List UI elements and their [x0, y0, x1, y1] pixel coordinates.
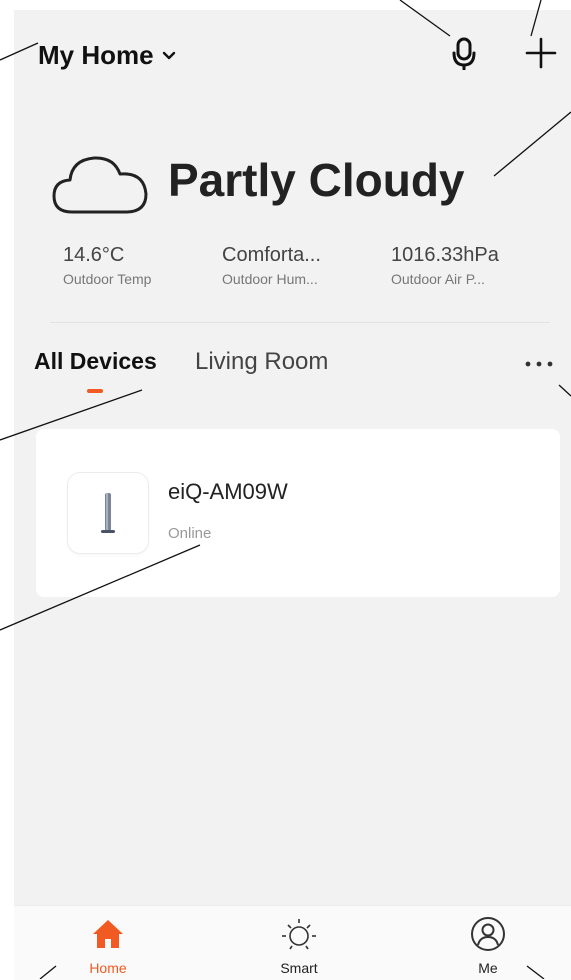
device-status: Online	[168, 525, 212, 542]
stat-outdoor-temp: 14.6°C Outdoor Temp	[63, 244, 151, 287]
stat-outdoor-air-pressure: 1016.33hPa Outdoor Air P...	[391, 244, 499, 287]
microphone-icon[interactable]	[450, 36, 480, 72]
tabbar-home[interactable]: Home	[48, 906, 168, 980]
tabbar-me[interactable]: Me	[428, 906, 548, 980]
header: My Home	[14, 10, 571, 100]
tabbar-label: Me	[478, 960, 498, 976]
home-title: My Home	[38, 40, 154, 70]
weather-stats: 14.6°C Outdoor Temp Comforta... Outdoor …	[14, 244, 571, 304]
sun-icon	[282, 919, 316, 950]
stat-label: Outdoor Hum...	[222, 271, 318, 287]
cloud-icon	[52, 156, 148, 214]
chevron-down-icon	[162, 51, 175, 59]
stat-outdoor-humidity: Comforta... Outdoor Hum...	[222, 244, 321, 287]
device-card[interactable]: eiQ-AM09W Online	[36, 429, 560, 597]
weather-condition: Partly Cloudy	[168, 154, 465, 206]
stat-value: 1016.33hPa	[391, 244, 499, 266]
tabbar-label: Smart	[280, 960, 318, 976]
home-selector[interactable]: My Home	[38, 40, 176, 71]
tab-living-room[interactable]: Living Room	[195, 348, 328, 376]
more-dots-icon[interactable]	[524, 354, 554, 374]
divider	[50, 322, 550, 323]
home-icon	[93, 920, 123, 948]
device-thumbnail	[68, 473, 148, 553]
stat-value: Comforta...	[222, 244, 321, 266]
tower-fan-icon	[101, 493, 115, 533]
tab-all-devices[interactable]: All Devices	[34, 348, 157, 375]
app-screen: My Home Partly Cloudy 14.6°C Outdoor Tem…	[14, 10, 571, 980]
active-tab-indicator	[87, 389, 103, 393]
tabbar-label: Home	[89, 960, 127, 976]
bottom-tab-bar: Home Smart Me	[14, 905, 571, 980]
stat-label: Outdoor Air P...	[391, 271, 485, 287]
device-name: eiQ-AM09W	[168, 479, 288, 504]
stat-value: 14.6°C	[63, 244, 125, 266]
plus-icon[interactable]	[524, 36, 558, 70]
stat-label: Outdoor Temp	[63, 271, 152, 287]
user-icon	[471, 917, 505, 951]
tabbar-smart[interactable]: Smart	[239, 906, 359, 980]
